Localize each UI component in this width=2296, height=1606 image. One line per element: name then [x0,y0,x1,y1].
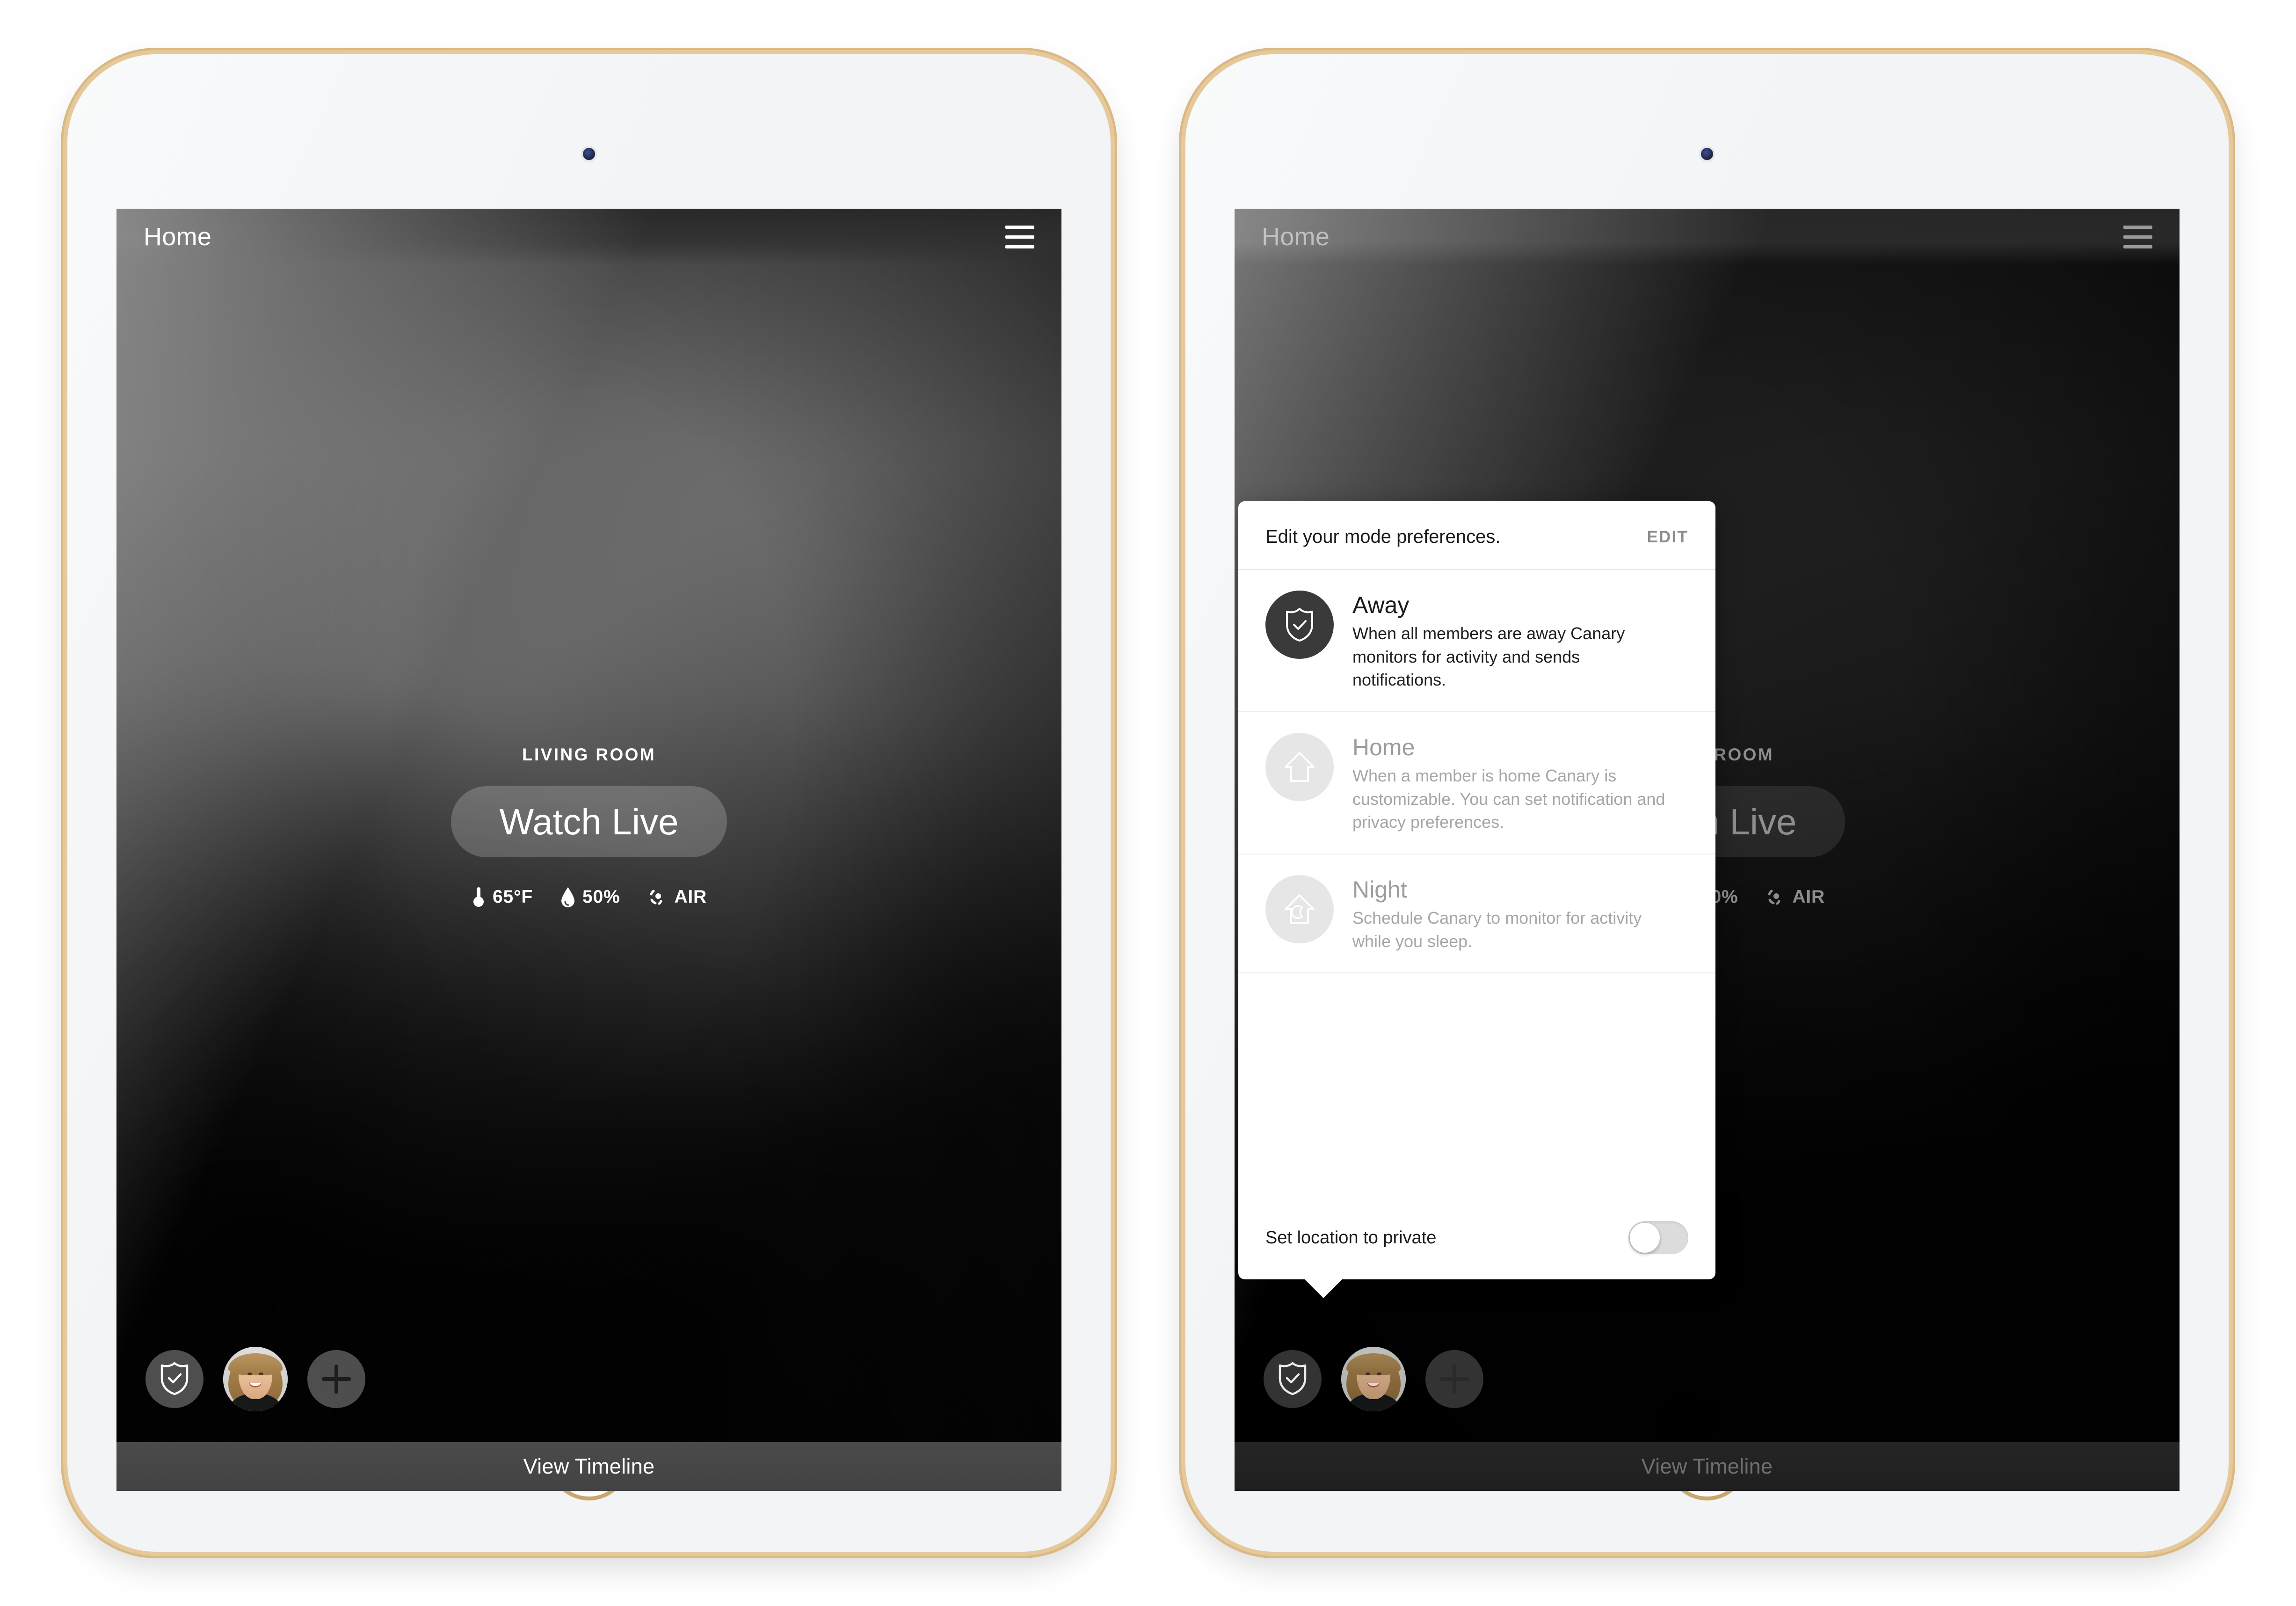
tablet-left: Home LIVING ROOM Watch Live 65°F 50% AIR… [67,54,1111,1552]
popover-empty-space [1238,973,1715,1203]
set-location-private-label: Set location to private [1265,1227,1437,1248]
mode-row-away[interactable]: Away When all members are away Canary mo… [1238,570,1715,713]
plus-icon [322,1365,351,1394]
sensor-humidity: 50% [560,886,620,908]
mode-description: When all members are away Canary monitor… [1352,624,1625,690]
sensor-readouts: 65°F 50% [471,886,707,908]
add-device-button[interactable] [307,1350,365,1408]
popover-tail [1304,1278,1343,1299]
sensor-air-quality: AIR [1765,887,1825,907]
toggle-knob [1630,1223,1660,1253]
camera-card: LIVING ROOM Watch Live 65°F 50% [116,209,1061,1491]
room-label: LIVING ROOM [522,745,656,764]
mode-shield-button[interactable] [1264,1350,1322,1408]
two-tablet-mockup-stage: Home LIVING ROOM Watch Live 65°F 50% AIR… [0,0,2296,1606]
mode-description: When a member is home Canary is customiz… [1352,766,1665,832]
sensor-temperature: 65°F [471,886,533,908]
air-quality-icon [647,887,668,907]
tablet-right-screen: Home LIVING ROOM Watch Live 65°F [1235,209,2180,1491]
tablet-left-screen: Home LIVING ROOM Watch Live 65°F 50% AIR… [116,209,1061,1491]
air-quality-value: AIR [1792,887,1825,907]
bottom-dock [145,1347,365,1411]
air-quality-value: AIR [674,887,707,907]
mode-title: Away [1352,592,1410,618]
view-timeline-button[interactable]: View Timeline [1235,1442,2180,1491]
watch-live-button[interactable]: Watch Live [450,786,727,858]
thermometer-icon [471,886,486,908]
view-timeline-button[interactable]: View Timeline [116,1442,1061,1491]
bottom-dock [1264,1347,1483,1411]
popover-header: Edit your mode preferences. EDIT [1238,501,1715,570]
mode-row-home[interactable]: Home When a member is home Canary is cus… [1238,712,1715,855]
mode-preferences-popover: Edit your mode preferences. EDIT Away Wh… [1238,501,1715,1299]
mode-title: Night [1352,876,1407,903]
user-avatar[interactable] [223,1347,288,1411]
add-device-button[interactable] [1425,1350,1483,1408]
mode-shield-button[interactable] [145,1350,203,1408]
shield-check-icon [159,1361,190,1397]
popover-footer: Set location to private [1238,1203,1715,1279]
house-moon-icon [1265,875,1334,944]
tablet-right: Home LIVING ROOM Watch Live 65°F [1185,54,2229,1552]
house-icon [1265,733,1334,802]
humidity-value: 50% [582,887,620,907]
mode-list: Away When all members are away Canary mo… [1238,570,1715,974]
front-camera-dot [1701,148,1713,160]
mode-title: Home [1352,734,1415,761]
user-avatar[interactable] [1341,1347,1406,1411]
shield-check-icon [1277,1361,1308,1397]
shield-check-icon [1265,591,1334,659]
air-quality-icon [1765,887,1786,907]
temperature-value: 65°F [492,887,533,907]
plus-icon [1440,1365,1469,1394]
mode-row-night[interactable]: Night Schedule Canary to monitor for act… [1238,854,1715,974]
popover-header-text: Edit your mode preferences. [1265,526,1501,547]
set-location-private-toggle[interactable] [1628,1221,1688,1255]
droplet-icon [560,886,576,908]
front-camera-dot [583,148,595,160]
edit-button[interactable]: EDIT [1647,528,1688,547]
sensor-air-quality: AIR [647,887,707,907]
mode-description: Schedule Canary to monitor for activity … [1352,908,1642,951]
